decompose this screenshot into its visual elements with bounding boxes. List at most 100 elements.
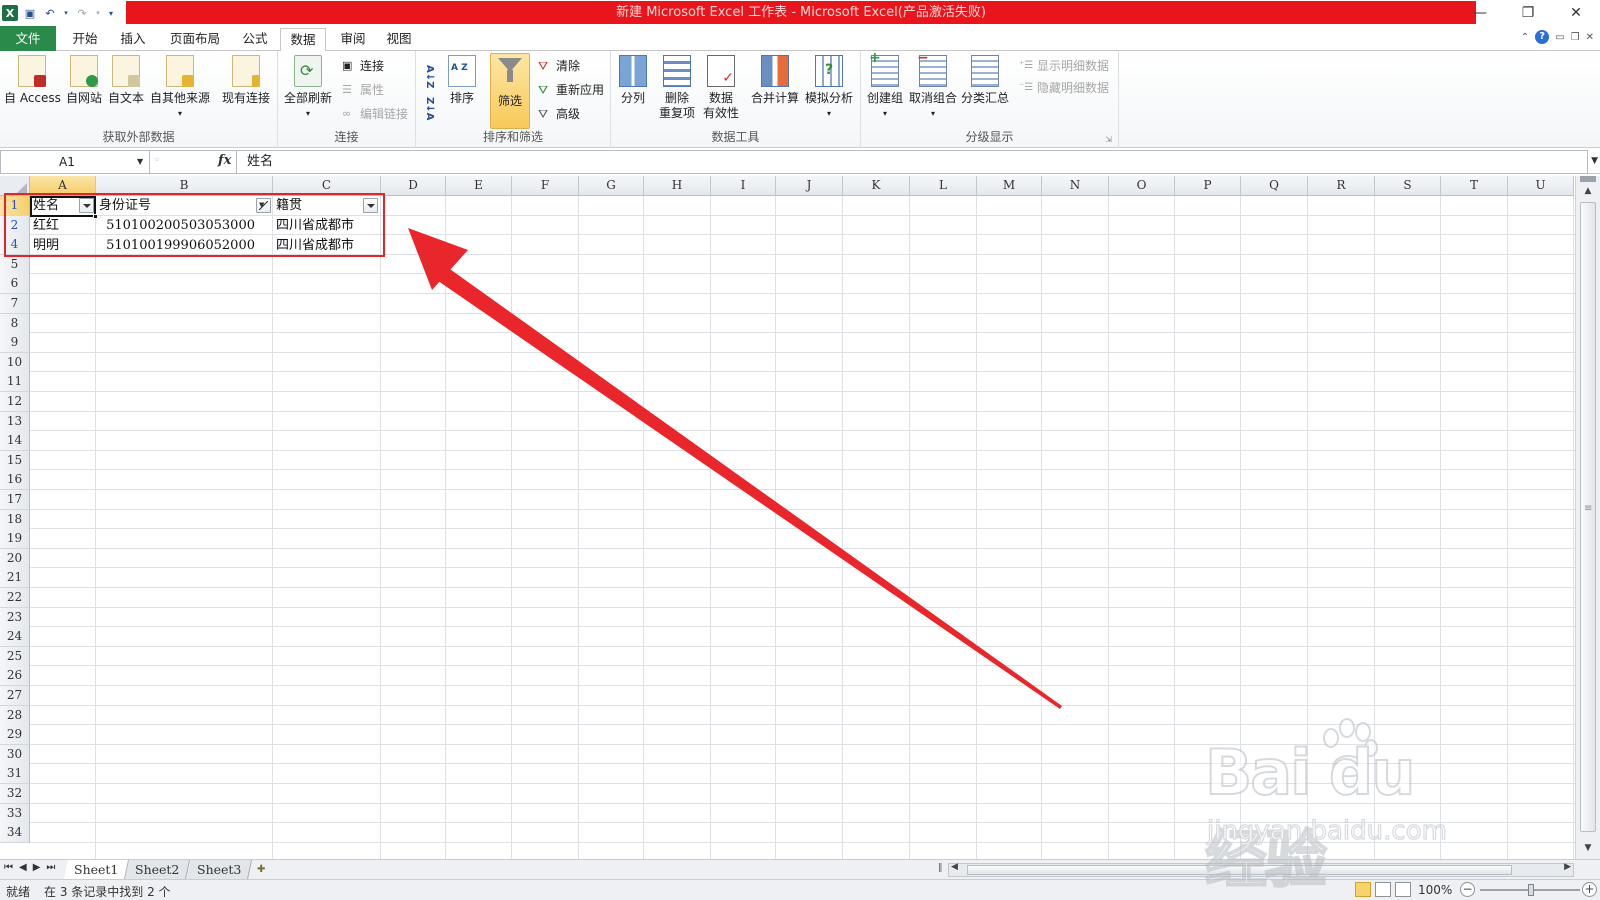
row-header-18[interactable]: 18	[0, 509, 30, 530]
row-header-7[interactable]: 7	[0, 294, 30, 314]
tab-review[interactable]: 审阅	[330, 28, 376, 51]
doc-close-icon[interactable]: ✕	[1586, 32, 1594, 43]
column-header-k[interactable]: K	[843, 176, 910, 196]
doc-restore-icon[interactable]: ❐	[1571, 32, 1580, 43]
row-header-26[interactable]: 26	[0, 666, 30, 687]
column-header-f[interactable]: F	[512, 176, 579, 196]
column-header-c[interactable]: C	[273, 176, 381, 196]
row-header-14[interactable]: 14	[0, 431, 30, 452]
insert-sheet-icon[interactable]: ✚	[250, 860, 272, 879]
restore-icon[interactable]: ❐	[1504, 0, 1552, 26]
undo-icon[interactable]: ↶	[42, 5, 58, 21]
column-header-q[interactable]: Q	[1241, 176, 1308, 196]
hide-detail-button[interactable]: ⁻☰ 隐藏明细数据	[1019, 79, 1109, 96]
scroll-left-icon[interactable]: ◀	[951, 862, 958, 872]
row-header-20[interactable]: 20	[0, 548, 30, 569]
column-header-s[interactable]: S	[1375, 176, 1441, 196]
from-web-button[interactable]: 自网站	[66, 55, 102, 106]
tab-view[interactable]: 视图	[376, 28, 422, 51]
row-header-13[interactable]: 13	[0, 411, 30, 432]
vertical-scroll-thumb[interactable]	[1580, 202, 1596, 832]
group-button[interactable]: 创建组 ▾	[867, 50, 903, 121]
cell-B2[interactable]: 510100200503053000	[96, 216, 273, 235]
existing-connections-button[interactable]: 现有连接	[222, 55, 270, 106]
first-sheet-icon[interactable]: ⏮	[4, 862, 13, 873]
from-access-button[interactable]: 自 Access	[4, 55, 61, 106]
row-header-30[interactable]: 30	[0, 744, 30, 765]
subtotal-button[interactable]: 分类汇总	[961, 55, 1009, 106]
row-header-31[interactable]: 31	[0, 764, 30, 785]
fill-handle[interactable]	[93, 214, 98, 219]
tab-split-handle[interactable]: ‖	[938, 863, 943, 873]
name-box-dropdown-icon[interactable]: ▼	[137, 157, 143, 166]
column-header-t[interactable]: T	[1441, 176, 1508, 196]
cell-B4[interactable]: 510100199906052000	[96, 236, 273, 255]
formula-bar-handle-icon[interactable]: ◦	[154, 155, 160, 166]
last-sheet-icon[interactable]: ⏭	[46, 862, 55, 873]
row-header-12[interactable]: 12	[0, 392, 30, 412]
tab-file[interactable]: 文件	[0, 26, 56, 51]
tab-home[interactable]: 开始	[62, 28, 108, 51]
column-header-u[interactable]: U	[1508, 176, 1574, 196]
zoom-slider[interactable]	[1480, 884, 1580, 896]
name-box[interactable]: A1	[0, 150, 150, 174]
row-header-2[interactable]: 2	[0, 215, 30, 236]
cell-C2[interactable]: 四川省成都市	[273, 216, 383, 235]
minimize-icon[interactable]: —	[1456, 0, 1504, 26]
row-header-1[interactable]: 1	[0, 196, 30, 216]
advanced-filter-button[interactable]: ⛛ 高级	[538, 105, 580, 122]
redo-icon[interactable]: ↷	[74, 5, 90, 21]
from-other-sources-button[interactable]: 自其他来源 ▾	[150, 55, 210, 121]
select-all-corner[interactable]	[0, 176, 30, 196]
filter-dropdown-C[interactable]	[363, 198, 378, 213]
cell-A2[interactable]: 红红	[30, 216, 96, 235]
text-to-columns-button[interactable]: 分列	[619, 55, 647, 106]
row-header-32[interactable]: 32	[0, 784, 30, 804]
sheet-tab-sheet3[interactable]: Sheet3	[186, 860, 253, 879]
sort-ascending-button[interactable]: A↓Z	[424, 65, 435, 88]
edit-links-button[interactable]: ∞ 编辑链接	[342, 105, 408, 122]
row-header-11[interactable]: 11	[0, 372, 30, 393]
save-icon[interactable]: ▣	[22, 5, 38, 21]
reapply-button[interactable]: ⛛ 重新应用	[538, 81, 604, 98]
cell-A4[interactable]: 明明	[30, 236, 96, 255]
page-break-view-icon[interactable]	[1395, 882, 1411, 897]
column-header-b[interactable]: B	[96, 176, 273, 196]
cell-B1[interactable]: 身份证号	[96, 196, 273, 215]
row-header-29[interactable]: 29	[0, 725, 30, 746]
tab-page-layout[interactable]: 页面布局	[160, 28, 230, 51]
row-header-23[interactable]: 23	[0, 607, 30, 628]
tab-data[interactable]: 数据	[280, 28, 326, 52]
cell-C4[interactable]: 四川省成都市	[273, 236, 383, 255]
data-validation-button[interactable]: 数据 有效性	[703, 55, 739, 121]
column-header-l[interactable]: L	[910, 176, 977, 196]
excel-logo-icon[interactable]: X	[2, 5, 18, 21]
row-header-10[interactable]: 10	[0, 352, 30, 373]
close-icon[interactable]: ✕	[1552, 0, 1600, 26]
column-header-n[interactable]: N	[1042, 176, 1109, 196]
prev-sheet-icon[interactable]: ◀	[19, 862, 27, 873]
row-header-22[interactable]: 22	[0, 588, 30, 608]
undo-dropdown-icon[interactable]: ▾	[62, 5, 70, 21]
zoom-level[interactable]: 100%	[1418, 883, 1452, 897]
consolidate-button[interactable]: 合并计算	[751, 55, 799, 106]
worksheet-grid[interactable]: ABCDEFGHIJKLMNOPQRSTU 1 2 4 5 6 7 8 9 10 11 12 13 14…	[0, 176, 1575, 859]
what-if-analysis-button[interactable]: 模拟分析 ▾	[805, 55, 853, 121]
scroll-right-icon[interactable]: ▶	[1564, 862, 1571, 872]
ungroup-button[interactable]: 取消组合 ▾	[909, 50, 957, 121]
refresh-all-button[interactable]: 全部刷新 ▾	[284, 55, 332, 121]
row-header-28[interactable]: 28	[0, 705, 30, 726]
zoom-in-icon[interactable]: +	[1582, 882, 1597, 897]
tab-insert[interactable]: 插入	[110, 28, 156, 51]
expand-formula-bar-icon[interactable]: ▼	[1591, 156, 1598, 166]
sort-descending-button[interactable]: Z↓A	[424, 97, 435, 120]
formula-input[interactable]: 姓名	[236, 150, 1588, 174]
column-header-m[interactable]: M	[977, 176, 1042, 196]
customize-qat-icon[interactable]: ▾	[106, 5, 116, 21]
column-header-d[interactable]: D	[381, 176, 446, 196]
horizontal-scrollbar[interactable]: ◀ ▶	[948, 862, 1574, 877]
row-header-34[interactable]: 34	[0, 823, 30, 844]
filter-dropdown-A[interactable]	[79, 198, 94, 213]
row-header-21[interactable]: 21	[0, 568, 30, 589]
sheet-tab-sheet1[interactable]: Sheet1	[63, 860, 130, 879]
